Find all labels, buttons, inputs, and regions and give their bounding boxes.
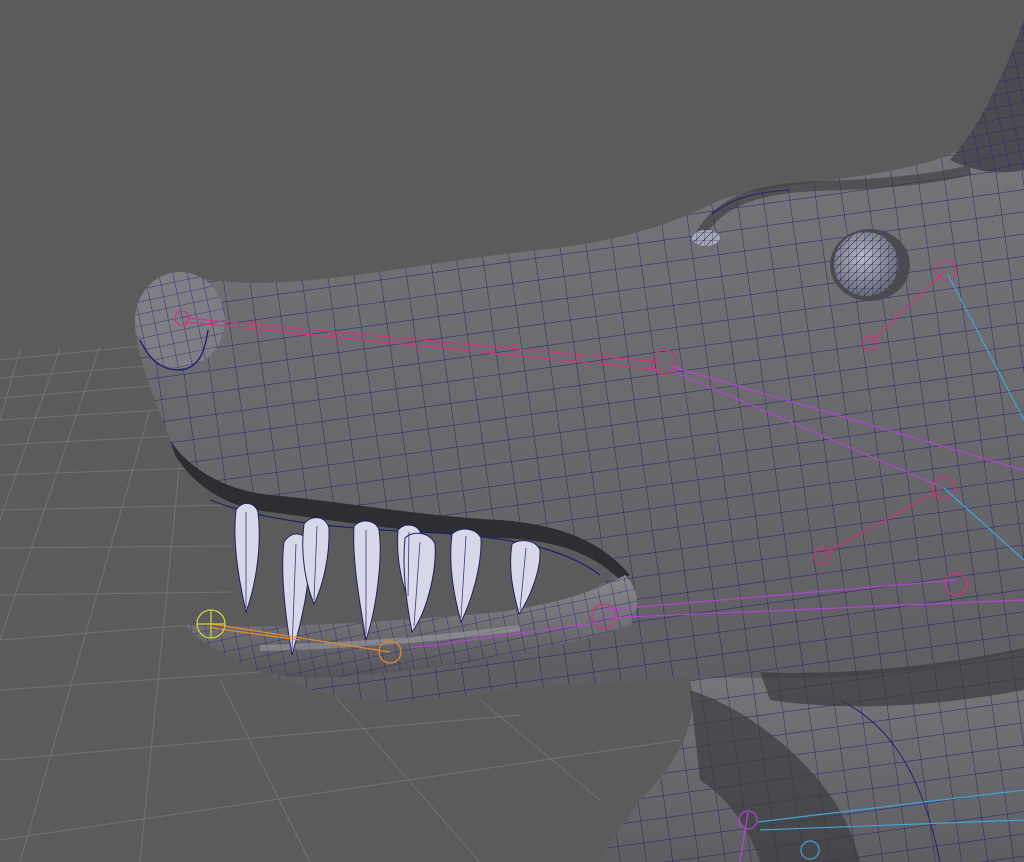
wolf-head-mesh[interactable] xyxy=(135,20,1024,707)
eye[interactable] xyxy=(830,229,910,301)
viewport-canvas[interactable] xyxy=(0,0,1024,862)
tooth xyxy=(234,503,260,614)
3d-viewport[interactable] xyxy=(0,0,1024,862)
